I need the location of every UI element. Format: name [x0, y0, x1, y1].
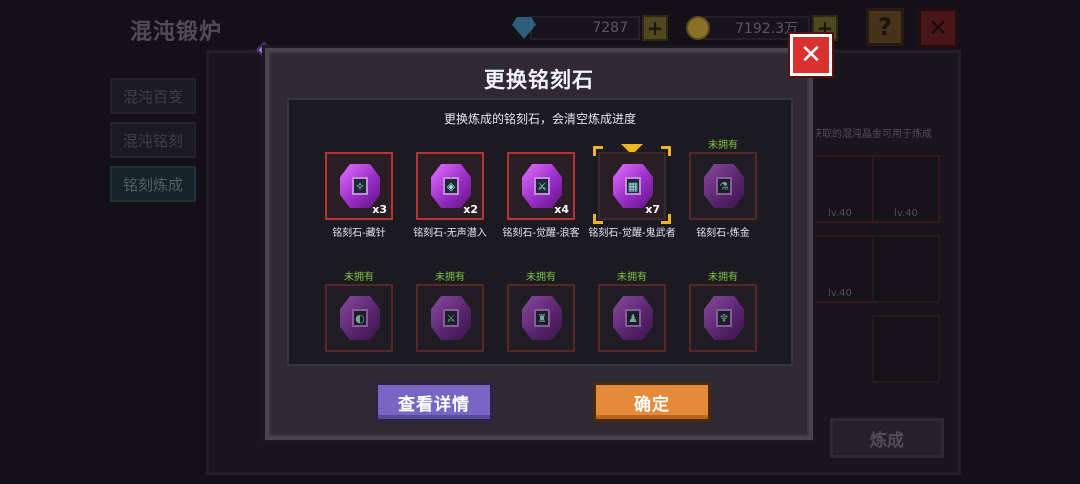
stone-count: x2: [463, 203, 478, 216]
unowned-label: 未拥有: [617, 272, 647, 283]
inscription-stone-icon: ◈: [431, 164, 471, 208]
stone-count: x3: [372, 203, 387, 216]
change-inscription-dialog: 更换铭刻石 更换炼成的铭刻石，会清空炼成进度 ✧ x3 铭刻石-藏针 ◈ x2 …: [265, 48, 813, 440]
stone-slot-silent-infiltration[interactable]: ◈ x2: [416, 152, 484, 220]
stone-slot[interactable]: 未拥有 ⚔: [416, 272, 484, 352]
inscription-stone-icon: ♟: [613, 296, 653, 340]
stone-slot[interactable]: 未拥有 ♜: [507, 272, 575, 352]
stone-name: 铭刻石-觉醒-鬼武者: [588, 228, 676, 239]
dialog-title: 更换铭刻石: [484, 68, 594, 92]
inscription-stone-icon: ◐: [340, 296, 380, 340]
unowned-label: 未拥有: [708, 272, 738, 283]
inscription-stone-icon: ⚔: [522, 164, 562, 208]
coin-icon: [686, 16, 710, 40]
stone-name: 铭刻石-无声潜入: [413, 228, 487, 239]
stone-slot-oni-warrior[interactable]: ▦ x7: [598, 152, 666, 220]
unowned-label: 未拥有: [435, 272, 465, 283]
unowned-label: 未拥有: [708, 140, 738, 151]
unowned-label: 未拥有: [526, 272, 556, 283]
view-details-button[interactable]: 查看详情: [375, 382, 493, 422]
inscription-stone-icon: ⚗: [704, 164, 744, 208]
stone-count: x4: [554, 203, 569, 216]
stone-slot-alchemy[interactable]: 未拥有 ⚗: [689, 140, 757, 220]
stone-slot-ronin[interactable]: ⚔ x4: [507, 152, 575, 220]
inscription-stone-icon: ✧: [340, 164, 380, 208]
warning-notice: 更换炼成的铭刻石，会清空炼成进度: [443, 112, 636, 126]
stone-slot-hidden-needle[interactable]: ✧ x3: [325, 152, 393, 220]
inscription-stone-icon: ♜: [522, 296, 562, 340]
stone-grid: 更换炼成的铭刻石，会清空炼成进度 ✧ x3 铭刻石-藏针 ◈ x2 铭刻石-无声…: [287, 98, 793, 366]
stone-name: 铭刻石-炼金: [696, 228, 750, 239]
confirm-button[interactable]: 确定: [593, 382, 711, 422]
stone-name: 铭刻石-藏针: [332, 228, 386, 239]
stone-slot[interactable]: 未拥有 ♆: [689, 272, 757, 352]
close-dialog-button[interactable]: ✕: [790, 34, 832, 76]
stone-slot[interactable]: 未拥有 ♟: [598, 272, 666, 352]
inscription-stone-icon: ⚔: [431, 296, 471, 340]
inscription-stone-icon: ▦: [613, 164, 653, 208]
stone-count: x7: [645, 203, 660, 216]
inscription-stone-icon: ♆: [704, 296, 744, 340]
unowned-label: 未拥有: [344, 272, 374, 283]
stone-name: 铭刻石-觉醒-浪客: [502, 228, 580, 239]
stone-slot[interactable]: 未拥有 ◐: [325, 272, 393, 352]
